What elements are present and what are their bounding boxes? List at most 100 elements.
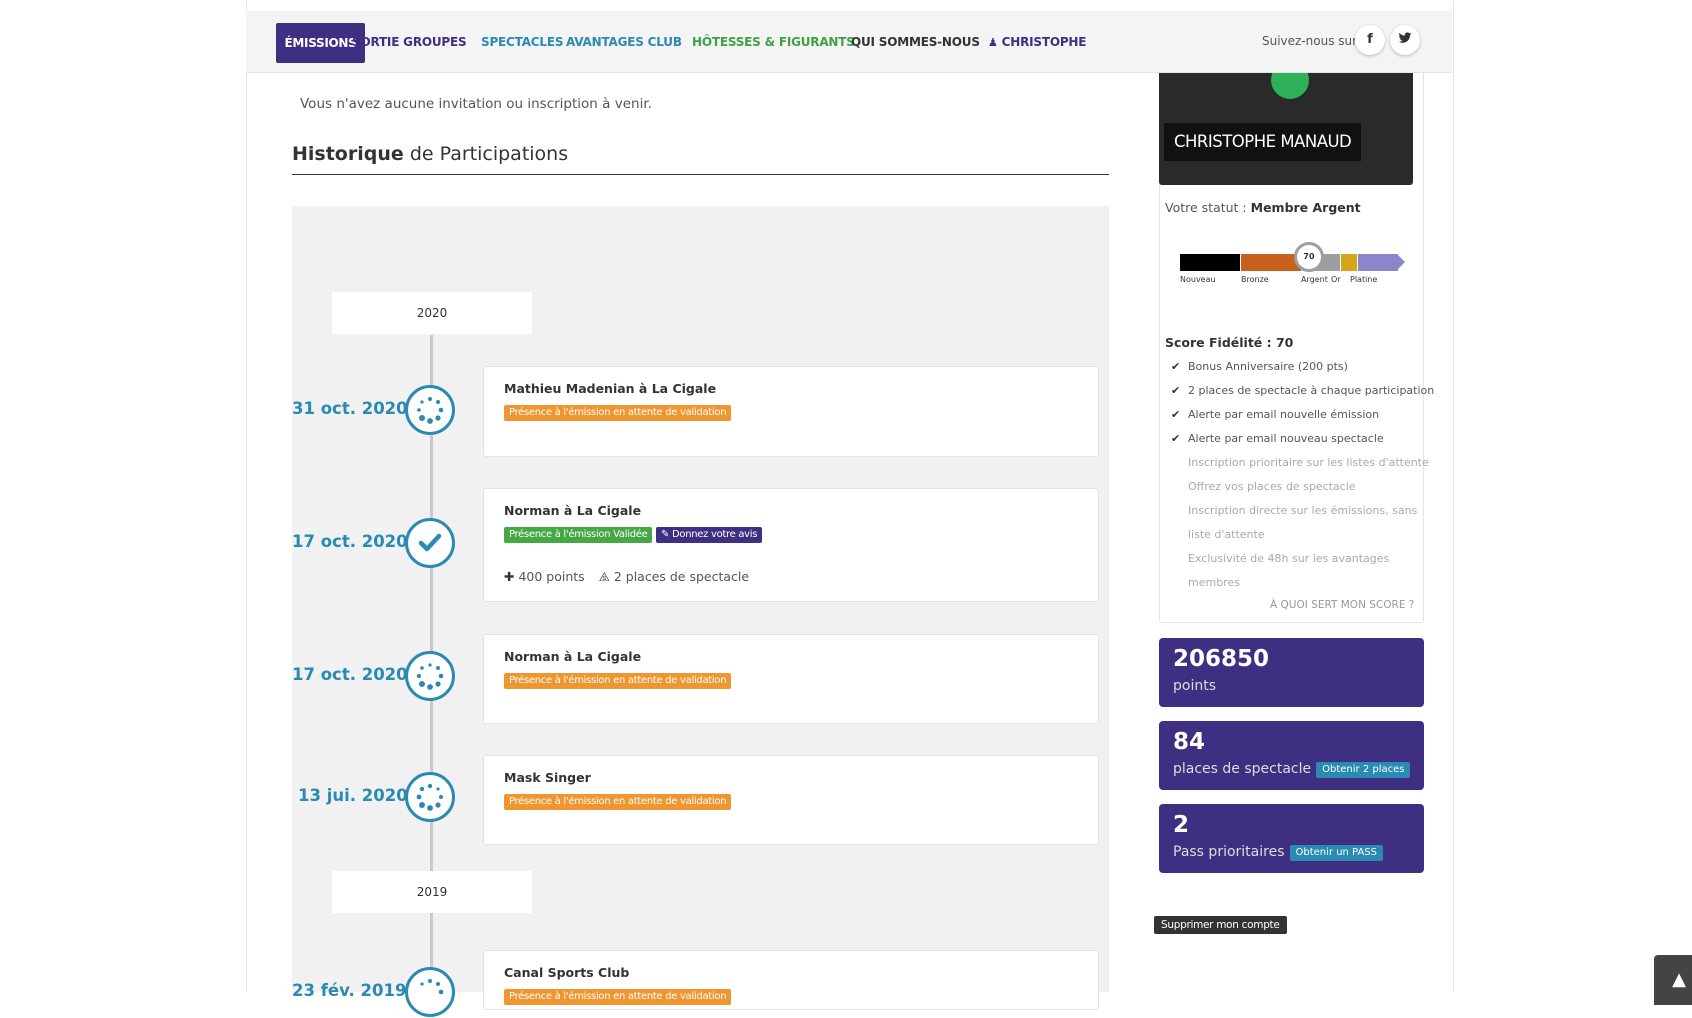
- participation-title: Mask Singer: [504, 770, 591, 785]
- give-review-label: Donnez votre avis: [671, 529, 758, 540]
- places-stat: 84 places de spectacle Obtenir 2 places: [1159, 721, 1424, 790]
- participation-title: Canal Sports Club: [504, 965, 630, 980]
- participation-title: Norman à La Cigale: [504, 503, 642, 518]
- status-green-icon: [1271, 73, 1309, 99]
- places-label-row: places de spectacle Obtenir 2 places: [1173, 761, 1411, 778]
- profile-name: CHRISTOPHE MANAUD: [1164, 123, 1362, 161]
- nav-user-label: CHRISTOPHE: [1001, 35, 1087, 49]
- entry-date: 17 oct. 2020: [292, 665, 408, 684]
- twitter-icon[interactable]: [1390, 25, 1420, 55]
- timeline-year-2020: 2020: [332, 292, 532, 334]
- entry-date: 13 jui. 2020: [298, 786, 408, 805]
- gauge-label: Bronze: [1241, 275, 1269, 284]
- timeline-year-2019: 2019: [332, 871, 532, 913]
- loyalty-gauge: 70 Nouveau Bronze Argent Or Platine: [1180, 242, 1406, 290]
- perk-item-locked: Inscription prioritaire sur les listes d…: [1188, 456, 1429, 469]
- get-pass-button[interactable]: Obtenir un PASS: [1289, 845, 1383, 861]
- history-title-bold: Historique: [292, 143, 404, 165]
- plus-icon: ✚: [504, 569, 515, 584]
- check-icon: ✔: [1171, 360, 1181, 373]
- nav-item-sortie-groupes[interactable]: SORTIE GROUPES: [352, 35, 467, 49]
- participation-card[interactable]: Norman à La Cigale Présence à l'émission…: [483, 634, 1099, 724]
- check-icon: ✔: [1171, 384, 1181, 397]
- status-value: Membre Argent: [1250, 200, 1361, 215]
- pending-spinner-icon: [405, 651, 455, 701]
- check-icon: [405, 518, 455, 568]
- perk-item-locked: Exclusivité de 48h sur les avantages: [1188, 552, 1390, 565]
- gauge-label: Nouveau: [1180, 275, 1216, 284]
- places-label: places de spectacle: [1173, 761, 1312, 777]
- participation-rewards: ✚ 400 points ⧌ 2 places de spectacle: [504, 569, 749, 585]
- top-navigation: ÉMISSIONS SORTIE GROUPES SPECTACLES AVAN…: [246, 11, 1452, 73]
- perk-item-locked: Inscription directe sur les émissions, s…: [1188, 504, 1418, 517]
- gauge-segment-or: [1341, 254, 1357, 271]
- gauge-marker: 70: [1294, 242, 1324, 272]
- delete-account-button[interactable]: Supprimer mon compte: [1154, 916, 1287, 934]
- points-label: points: [1173, 678, 1216, 694]
- points-earned: 400 points: [518, 569, 585, 584]
- participation-card[interactable]: Mathieu Madenian à La Cigale Présence à …: [483, 366, 1099, 457]
- entry-date: 31 oct. 2020: [292, 399, 408, 418]
- participation-card[interactable]: Canal Sports Club Présence à l'émission …: [483, 950, 1099, 1010]
- perk-item-locked: liste d'attente: [1188, 528, 1265, 541]
- status-badge-validated: Présence à l'émission Validée: [504, 527, 653, 543]
- nav-item-hotesses-figurants[interactable]: HÔTESSES & FIGURANTS: [692, 35, 855, 49]
- facebook-icon[interactable]: f: [1355, 25, 1385, 55]
- nav-item-avantages-club[interactable]: AVANTAGES CLUB: [566, 35, 682, 49]
- ticket-icon: ⧌: [598, 569, 610, 584]
- perk-item: Alerte par email nouveau spectacle: [1188, 432, 1384, 445]
- user-icon: ♟: [988, 36, 998, 49]
- history-title-rest: de Participations: [409, 143, 569, 165]
- gauge-arrow: [1397, 254, 1405, 270]
- nav-item-user[interactable]: ♟ CHRISTOPHE: [988, 35, 1086, 49]
- perk-item-locked: membres: [1188, 576, 1240, 589]
- history-title: Historique de Participations: [292, 143, 568, 165]
- give-review-button[interactable]: ✎ Donnez votre avis: [656, 527, 763, 543]
- chevron-up-icon: ▲: [1672, 969, 1686, 990]
- check-icon: ✔: [1171, 432, 1181, 445]
- history-divider: [292, 174, 1109, 175]
- points-value: 206850: [1173, 646, 1270, 672]
- pending-spinner-icon: [405, 967, 455, 1017]
- perk-item: 2 places de spectacle à chaque participa…: [1188, 384, 1435, 397]
- nav-item-spectacles[interactable]: SPECTACLES: [481, 35, 563, 49]
- loyalty-score: Score Fidélité : 70: [1165, 335, 1294, 350]
- pass-stat: 2 Pass prioritaires Obtenir un PASS: [1159, 804, 1424, 873]
- places-earned: 2 places de spectacle: [613, 569, 750, 584]
- participation-title: Mathieu Madenian à La Cigale: [504, 381, 717, 396]
- check-icon: ✔: [1171, 408, 1181, 421]
- gauge-segment-platine: [1358, 254, 1398, 271]
- pass-value: 2: [1173, 812, 1190, 838]
- points-stat: 206850 points: [1159, 638, 1424, 707]
- status-badge-pending: Présence à l'émission en attente de vali…: [504, 989, 732, 1005]
- member-status: Votre statut : Membre Argent: [1165, 200, 1361, 215]
- participation-card[interactable]: Norman à La Cigale Présence à l'émission…: [483, 488, 1099, 602]
- status-badge-pending: Présence à l'émission en attente de vali…: [504, 405, 732, 421]
- gauge-label: Argent: [1301, 275, 1328, 284]
- gauge-segment-bronze: [1241, 254, 1301, 271]
- follow-us-label: Suivez-nous sur: [1262, 34, 1358, 48]
- edit-icon: ✎: [661, 529, 670, 540]
- entry-date: 17 oct. 2020: [292, 532, 408, 551]
- perk-item-locked: Offrez vos places de spectacle: [1188, 480, 1356, 493]
- perk-item: Bonus Anniversaire (200 pts): [1188, 360, 1348, 373]
- gauge-label: Or: [1331, 275, 1341, 284]
- no-invitation-message: Vous n'avez aucune invitation ou inscrip…: [300, 96, 652, 112]
- pass-label: Pass prioritaires: [1173, 844, 1285, 860]
- gauge-label: Platine: [1350, 275, 1378, 284]
- places-value: 84: [1173, 729, 1206, 755]
- scroll-to-top-button[interactable]: ▲: [1654, 955, 1692, 1005]
- participation-title: Norman à La Cigale: [504, 649, 642, 664]
- status-badge-pending: Présence à l'émission en attente de vali…: [504, 673, 732, 689]
- participation-card[interactable]: Mask Singer Présence à l'émission en att…: [483, 755, 1099, 845]
- pending-spinner-icon: [405, 772, 455, 822]
- score-info-link[interactable]: À QUOI SERT MON SCORE ?: [1270, 599, 1414, 611]
- get-places-button[interactable]: Obtenir 2 places: [1316, 762, 1411, 778]
- nav-item-qui-sommes-nous[interactable]: QUI SOMMES-NOUS: [851, 35, 980, 49]
- gauge-segment-nouveau: [1180, 254, 1240, 271]
- pending-spinner-icon: [405, 385, 455, 435]
- perk-item: Alerte par email nouvelle émission: [1188, 408, 1380, 421]
- status-label: Votre statut :: [1165, 200, 1247, 215]
- status-badge-pending: Présence à l'émission en attente de vali…: [504, 794, 732, 810]
- pass-label-row: Pass prioritaires Obtenir un PASS: [1173, 844, 1383, 861]
